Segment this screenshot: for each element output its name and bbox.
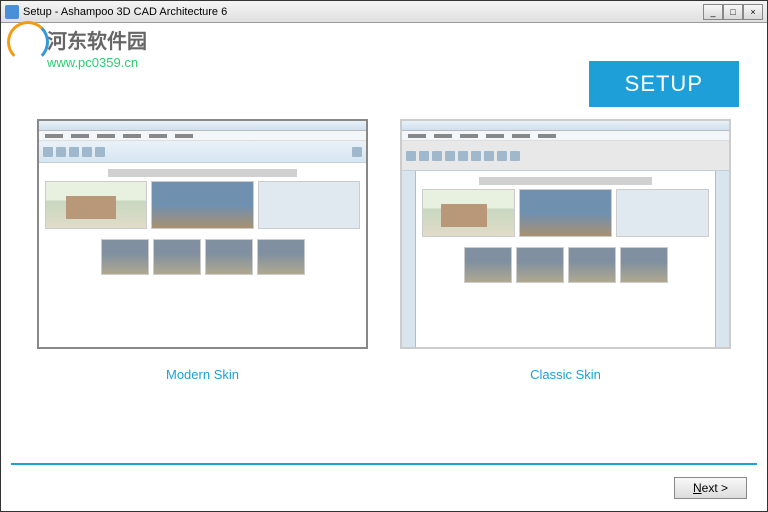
- close-button[interactable]: ×: [743, 4, 763, 20]
- skin-caption-classic: Classic Skin: [400, 367, 731, 382]
- next-button[interactable]: Next >: [674, 477, 747, 499]
- watermark: 河东软件园 www.pc0359.cn: [7, 21, 147, 70]
- window-title-bar: Setup - Ashampoo 3D CAD Architecture 6 _…: [1, 1, 767, 23]
- watermark-logo-icon: [7, 21, 43, 57]
- watermark-site-name: 河东软件园: [47, 25, 147, 54]
- skin-preview-classic: CLASSIC: [400, 119, 731, 349]
- app-icon: [5, 5, 19, 19]
- setup-header-badge: SETUP: [589, 61, 739, 107]
- checkmark-icon: ✔: [334, 348, 356, 349]
- maximize-button[interactable]: □: [723, 4, 743, 20]
- skin-option-classic[interactable]: CLASSIC Classic Skin: [400, 119, 731, 382]
- skin-caption-modern: Modern Skin: [37, 367, 368, 382]
- minimize-button[interactable]: _: [703, 4, 723, 20]
- window-title: Setup - Ashampoo 3D CAD Architecture 6: [23, 6, 227, 18]
- skin-option-modern[interactable]: MODERN (DEFAULT) ✔ Modern Skin: [37, 119, 368, 382]
- skin-preview-modern: MODERN (DEFAULT) ✔: [37, 119, 368, 349]
- footer-divider: [11, 463, 757, 465]
- watermark-url: www.pc0359.cn: [47, 55, 147, 70]
